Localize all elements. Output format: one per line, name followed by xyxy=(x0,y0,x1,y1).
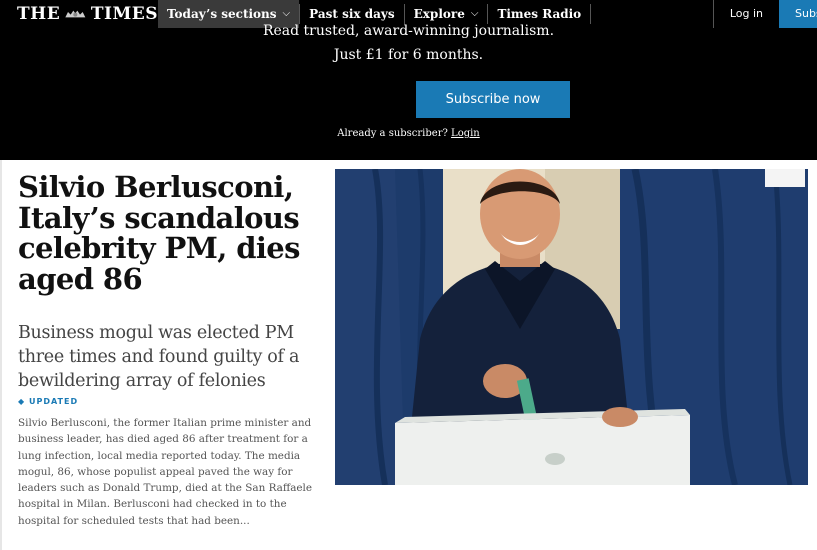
already-subscriber-label: Already a subscriber? xyxy=(337,128,448,139)
promo-tagline: Read trusted, award-winning journalism. xyxy=(262,23,555,39)
logo-text-the: THE xyxy=(17,4,61,24)
nav-divider xyxy=(590,4,592,24)
article-photo[interactable] xyxy=(335,169,808,485)
article-summary: Silvio Berlusconi, the former Italian pr… xyxy=(18,417,313,527)
article-headline[interactable]: Silvio Berlusconi, Italy’s scandalous ce… xyxy=(18,172,318,294)
promo-login-link[interactable]: Login xyxy=(451,128,480,139)
diamond-icon: ◆ xyxy=(18,397,26,406)
updated-badge: ◆ UPDATED xyxy=(18,397,78,406)
crest-icon xyxy=(65,10,86,18)
subscription-promo: Read trusted, award-winning journalism. … xyxy=(0,23,817,160)
logo-text-times: TIMES xyxy=(90,4,158,24)
berlusconi-voting-photo xyxy=(335,169,808,485)
subscribe-now-button[interactable]: Subscribe now xyxy=(416,81,570,118)
promo-offer: Just £1 for 6 months. xyxy=(333,47,484,63)
times-logo[interactable]: THE TIMES xyxy=(0,4,158,24)
article-standfirst: Business mogul was elected PM three time… xyxy=(18,323,300,391)
already-subscriber-text: Already a subscriber? Login xyxy=(0,128,817,139)
updated-badge-label: UPDATED xyxy=(28,397,79,406)
lead-article-card[interactable]: Silvio Berlusconi, Italy’s scandalous ce… xyxy=(0,160,817,550)
